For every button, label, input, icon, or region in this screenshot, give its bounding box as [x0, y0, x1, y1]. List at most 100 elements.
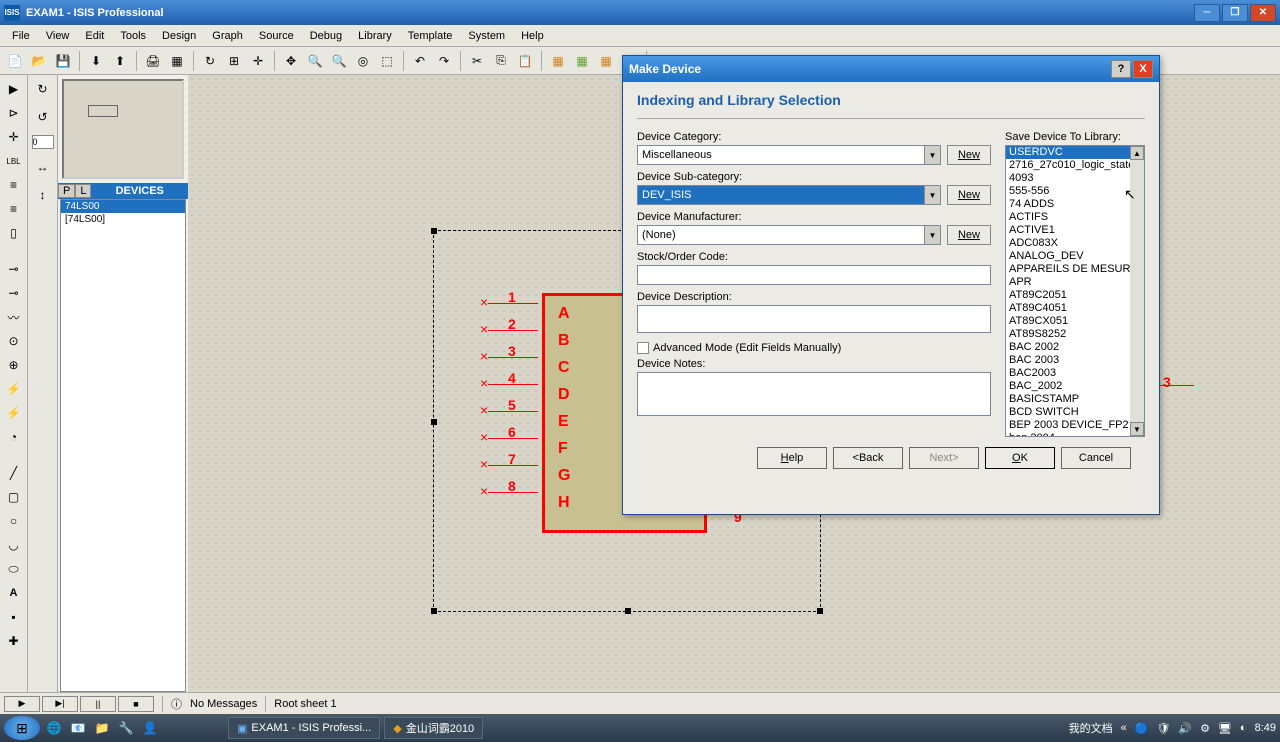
- symbol-icon[interactable]: ▪: [4, 607, 24, 627]
- flip-h-icon[interactable]: ↔: [33, 157, 53, 177]
- dialog-close-button[interactable]: X: [1133, 60, 1153, 78]
- tray-icon[interactable]: 🔵: [1135, 722, 1149, 735]
- quicklaunch-icon[interactable]: 👤: [140, 718, 160, 738]
- refresh-icon[interactable]: ↻: [199, 50, 221, 72]
- menu-design[interactable]: Design: [154, 28, 204, 44]
- paste-icon[interactable]: 📋: [514, 50, 536, 72]
- back-button[interactable]: <Back: [833, 447, 903, 469]
- tray-icon[interactable]: ⚙: [1200, 722, 1210, 735]
- list-item[interactable]: BAC 2003: [1006, 354, 1144, 367]
- play-button[interactable]: ▶: [4, 696, 40, 712]
- path-icon[interactable]: ⬭: [4, 559, 24, 579]
- manufacturer-combo[interactable]: (None) ▼: [637, 225, 941, 245]
- line-icon[interactable]: ╱: [4, 463, 24, 483]
- import-icon[interactable]: ⬇: [85, 50, 107, 72]
- stock-input[interactable]: [637, 265, 991, 285]
- tray-icon[interactable]: ◐: [1240, 722, 1247, 734]
- maximize-button[interactable]: ❐: [1222, 4, 1248, 22]
- menu-graph[interactable]: Graph: [204, 28, 251, 44]
- copy-icon[interactable]: ⎘: [490, 50, 512, 72]
- block1-icon[interactable]: ▦: [547, 50, 569, 72]
- list-item[interactable]: [74LS00]: [61, 213, 185, 226]
- tape-icon[interactable]: ⊙: [4, 331, 24, 351]
- subcircuit-icon[interactable]: ▯: [4, 223, 24, 243]
- tray-icon[interactable]: 🖥: [1218, 722, 1232, 735]
- category-combo[interactable]: Miscellaneous ▼: [637, 145, 941, 165]
- pin-icon[interactable]: ⊸: [4, 283, 24, 303]
- scroll-down-icon[interactable]: ▼: [1130, 422, 1144, 436]
- list-item[interactable]: 2716_27c010_logic_state: [1006, 159, 1144, 172]
- list-item[interactable]: ben 2004: [1006, 432, 1144, 437]
- origin-icon[interactable]: ✛: [247, 50, 269, 72]
- new-manufacturer-button[interactable]: New: [947, 225, 991, 245]
- quicklaunch-icon[interactable]: 📁: [92, 718, 112, 738]
- terminal-icon[interactable]: ⊸: [4, 259, 24, 279]
- zoom-out-icon[interactable]: 🔍: [328, 50, 350, 72]
- zoom-in-icon[interactable]: 🔍: [304, 50, 326, 72]
- list-item[interactable]: AT89S8252: [1006, 328, 1144, 341]
- library-list[interactable]: USERDVC 2716_27c010_logic_state 4093 555…: [1005, 145, 1145, 437]
- redo-icon[interactable]: ↷: [433, 50, 455, 72]
- cut-icon[interactable]: ✂: [466, 50, 488, 72]
- chevron-down-icon[interactable]: ▼: [924, 186, 940, 204]
- list-item[interactable]: BAC_2002: [1006, 380, 1144, 393]
- stop-button[interactable]: ■: [118, 696, 154, 712]
- generator-icon[interactable]: ⊕: [4, 355, 24, 375]
- text2d-icon[interactable]: A: [4, 583, 24, 603]
- menu-template[interactable]: Template: [400, 28, 461, 44]
- pause-button[interactable]: ||: [80, 696, 116, 712]
- zoom-all-icon[interactable]: ◎: [352, 50, 374, 72]
- bus-icon[interactable]: ≡: [4, 199, 24, 219]
- chevron-down-icon[interactable]: ▼: [924, 226, 940, 244]
- print-icon[interactable]: 🖨: [142, 50, 164, 72]
- cancel-button[interactable]: Cancel: [1061, 447, 1131, 469]
- save-icon[interactable]: 💾: [52, 50, 74, 72]
- overview-window[interactable]: [62, 79, 184, 179]
- marker-icon[interactable]: ✚: [4, 631, 24, 651]
- select-icon[interactable]: ▶: [4, 79, 24, 99]
- description-input[interactable]: [637, 305, 991, 333]
- list-item[interactable]: BAC 2002: [1006, 341, 1144, 354]
- tray-chevron-icon[interactable]: «: [1121, 722, 1127, 734]
- list-item[interactable]: USERDVC: [1006, 146, 1144, 159]
- chevron-down-icon[interactable]: ▼: [924, 146, 940, 164]
- tray-icon[interactable]: 🔊: [1178, 722, 1192, 735]
- list-item[interactable]: ACTIVE1: [1006, 224, 1144, 237]
- list-item[interactable]: 4093: [1006, 172, 1144, 185]
- scroll-up-icon[interactable]: ▲: [1130, 146, 1144, 160]
- menu-tools[interactable]: Tools: [112, 28, 154, 44]
- graph-icon[interactable]: 〰: [4, 307, 24, 327]
- component-icon[interactable]: ⊳: [4, 103, 24, 123]
- menu-system[interactable]: System: [460, 28, 513, 44]
- menu-debug[interactable]: Debug: [302, 28, 350, 44]
- ok-button[interactable]: OK: [985, 447, 1055, 469]
- circle-icon[interactable]: ○: [4, 511, 24, 531]
- list-item[interactable]: ADC083X: [1006, 237, 1144, 250]
- menu-library[interactable]: Library: [350, 28, 400, 44]
- block3-icon[interactable]: ▦: [595, 50, 617, 72]
- list-item[interactable]: 74LS00: [61, 200, 185, 213]
- rotate-ccw-icon[interactable]: ↺: [33, 107, 53, 127]
- list-item[interactable]: 555-556: [1006, 185, 1144, 198]
- tab-p[interactable]: P: [58, 184, 75, 198]
- list-item[interactable]: BEP 2003 DEVICE_FP2: [1006, 419, 1144, 432]
- grid-icon[interactable]: ⊞: [223, 50, 245, 72]
- list-item[interactable]: APPAREILS DE MESURE: [1006, 263, 1144, 276]
- menu-edit[interactable]: Edit: [77, 28, 112, 44]
- list-item[interactable]: BASICSTAMP: [1006, 393, 1144, 406]
- box-icon[interactable]: ▢: [4, 487, 24, 507]
- pan-icon[interactable]: ✥: [280, 50, 302, 72]
- block2-icon[interactable]: ▦: [571, 50, 593, 72]
- menu-source[interactable]: Source: [251, 28, 302, 44]
- quicklaunch-icon[interactable]: 📧: [68, 718, 88, 738]
- list-item[interactable]: AT89CX051: [1006, 315, 1144, 328]
- tray-icon[interactable]: 🛡: [1156, 722, 1170, 735]
- help-button[interactable]: Help: [757, 447, 827, 469]
- tab-l[interactable]: L: [75, 184, 91, 198]
- menu-help[interactable]: Help: [513, 28, 552, 44]
- close-button[interactable]: ✕: [1250, 4, 1276, 22]
- new-subcategory-button[interactable]: New: [947, 185, 991, 205]
- probe-v-icon[interactable]: ⚡: [4, 379, 24, 399]
- menu-file[interactable]: File: [4, 28, 38, 44]
- new-file-icon[interactable]: 📄: [4, 50, 26, 72]
